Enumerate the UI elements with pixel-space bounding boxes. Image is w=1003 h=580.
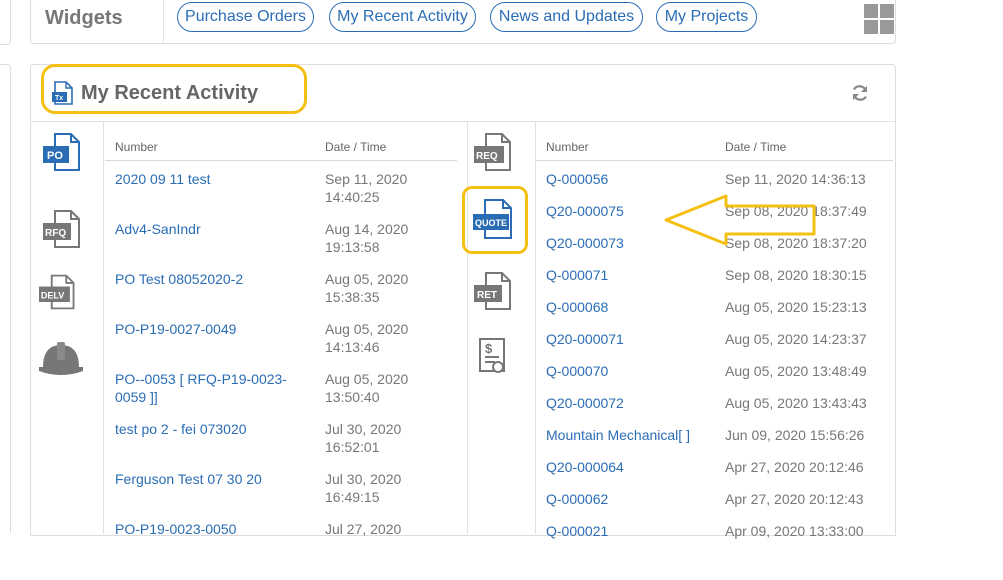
- arrow-annotation-icon: [664, 194, 816, 246]
- quote-datetime: Aug 05, 2020 15:23:13: [725, 299, 867, 315]
- record-date: Jul 30, 2020: [325, 421, 402, 437]
- header-divider: [536, 160, 893, 161]
- quote-number-link[interactable]: Q-000068: [546, 298, 608, 316]
- quote-datetime: Apr 09, 2020 13:33:00: [725, 523, 864, 539]
- side-panel-edge: [0, 64, 11, 533]
- record-time: 14:40:25: [325, 189, 380, 205]
- record-number-link[interactable]: test po 2 - fei 073020: [115, 420, 247, 438]
- req-icon[interactable]: REQ: [474, 132, 514, 172]
- divider: [467, 122, 468, 534]
- tab-my-recent-activity[interactable]: My Recent Activity: [329, 2, 476, 32]
- record-date: Jul 30, 2020: [325, 471, 402, 487]
- quote-highlight-annotation: [462, 186, 528, 254]
- hardhat-icon[interactable]: [37, 337, 85, 381]
- record-date: Aug 05, 2020: [325, 321, 409, 337]
- record-time: 16:49:15: [325, 489, 380, 505]
- svg-text:PO: PO: [47, 150, 63, 162]
- quote-number-link[interactable]: Q-000071: [546, 266, 608, 284]
- divider: [163, 0, 164, 43]
- quote-datetime: Jun 09, 2020 15:56:26: [725, 427, 865, 443]
- record-number-link[interactable]: PO-P19-0023-0050: [115, 520, 236, 538]
- delivery-icon[interactable]: DELV: [39, 272, 79, 312]
- widgets-bar: Widgets Purchase Orders My Recent Activi…: [30, 0, 896, 44]
- quote-number-link[interactable]: Q-000070: [546, 362, 608, 380]
- quote-number-link[interactable]: Q20-000073: [546, 234, 624, 252]
- record-time: 14:13:46: [325, 339, 380, 355]
- widgets-title: Widgets: [45, 7, 123, 29]
- svg-text:REQ: REQ: [476, 151, 498, 162]
- tab-my-projects[interactable]: My Projects: [656, 2, 757, 32]
- quote-number-link[interactable]: Q20-000071: [546, 330, 624, 348]
- grid-layout-icon[interactable]: [864, 4, 894, 34]
- record-time: 13:50:40: [325, 389, 380, 405]
- tab-purchase-orders[interactable]: Purchase Orders: [177, 2, 314, 32]
- quote-datetime: Aug 05, 2020 14:23:37: [725, 331, 867, 347]
- record-number-link[interactable]: Ferguson Test 07 30 20: [115, 470, 262, 488]
- record-date: Sep 11, 2020: [325, 171, 408, 187]
- record-number-link[interactable]: PO--0053 [ RFQ-P19-0023-: [115, 370, 287, 388]
- column-header-datetime: Date / Time: [725, 140, 787, 154]
- quote-datetime: Aug 05, 2020 13:43:43: [725, 395, 867, 411]
- quote-datetime: Sep 11, 2020 14:36:13: [725, 171, 866, 187]
- record-number-link[interactable]: PO-P19-0027-0049: [115, 320, 236, 338]
- refresh-icon[interactable]: [850, 83, 870, 103]
- record-number-link[interactable]: PO Test 08052020-2: [115, 270, 243, 288]
- svg-text:DELV: DELV: [41, 290, 65, 300]
- quote-number-link[interactable]: Q-000056: [546, 170, 608, 188]
- title-highlight-annotation: [41, 64, 307, 114]
- quote-datetime: Sep 08, 2020 18:30:15: [725, 267, 867, 283]
- panel-header: Tx My Recent Activity: [31, 64, 895, 122]
- record-time: 19:13:58: [325, 239, 380, 255]
- divider: [535, 122, 536, 534]
- column-header-datetime: Date / Time: [325, 140, 387, 154]
- quote-datetime: Apr 27, 2020 20:12:46: [725, 459, 864, 475]
- column-header-number: Number: [115, 140, 158, 154]
- record-date: Aug 14, 2020: [325, 221, 409, 237]
- quote-datetime: Apr 27, 2020 20:12:43: [725, 491, 864, 507]
- svg-text:RFQ: RFQ: [45, 228, 66, 239]
- quote-number-link[interactable]: Q20-000075: [546, 202, 624, 220]
- header-divider: [105, 160, 457, 161]
- po-icon[interactable]: PO: [43, 132, 83, 172]
- return-icon[interactable]: RET: [474, 271, 514, 311]
- quote-datetime: Aug 05, 2020 13:48:49: [725, 363, 867, 379]
- record-date: Jul 27, 2020: [325, 521, 402, 537]
- quote-number-link[interactable]: Mountain Mechanical[ ]: [546, 426, 690, 444]
- record-number-link[interactable]: 2020 09 11 test: [115, 170, 210, 188]
- category-icon-column: PO RFQ DELV: [31, 122, 104, 534]
- record-number-link-continued[interactable]: 0059 ]]: [115, 388, 158, 406]
- contract-icon[interactable]: $: [476, 337, 510, 377]
- record-date: Aug 05, 2020: [325, 271, 409, 287]
- quote-number-link[interactable]: Q-000062: [546, 490, 608, 508]
- record-time: 15:38:35: [325, 289, 380, 305]
- svg-text:RET: RET: [477, 290, 497, 301]
- column-header-number: Number: [546, 140, 589, 154]
- record-number-link[interactable]: Adv4-SanIndr: [115, 220, 201, 238]
- svg-text:$: $: [485, 341, 493, 356]
- record-time: 16:52:01: [325, 439, 380, 455]
- rfq-icon[interactable]: RFQ: [43, 209, 83, 249]
- quote-number-link[interactable]: Q-000021: [546, 522, 608, 540]
- tab-news-and-updates[interactable]: News and Updates: [490, 2, 643, 32]
- record-date: Aug 05, 2020: [325, 371, 409, 387]
- recent-activity-panel: Tx My Recent Activity PO RFQ DELV Number…: [30, 64, 896, 539]
- quote-number-link[interactable]: Q20-000064: [546, 458, 624, 476]
- quote-number-link[interactable]: Q20-000072: [546, 394, 624, 412]
- side-panel-edge: [0, 0, 11, 45]
